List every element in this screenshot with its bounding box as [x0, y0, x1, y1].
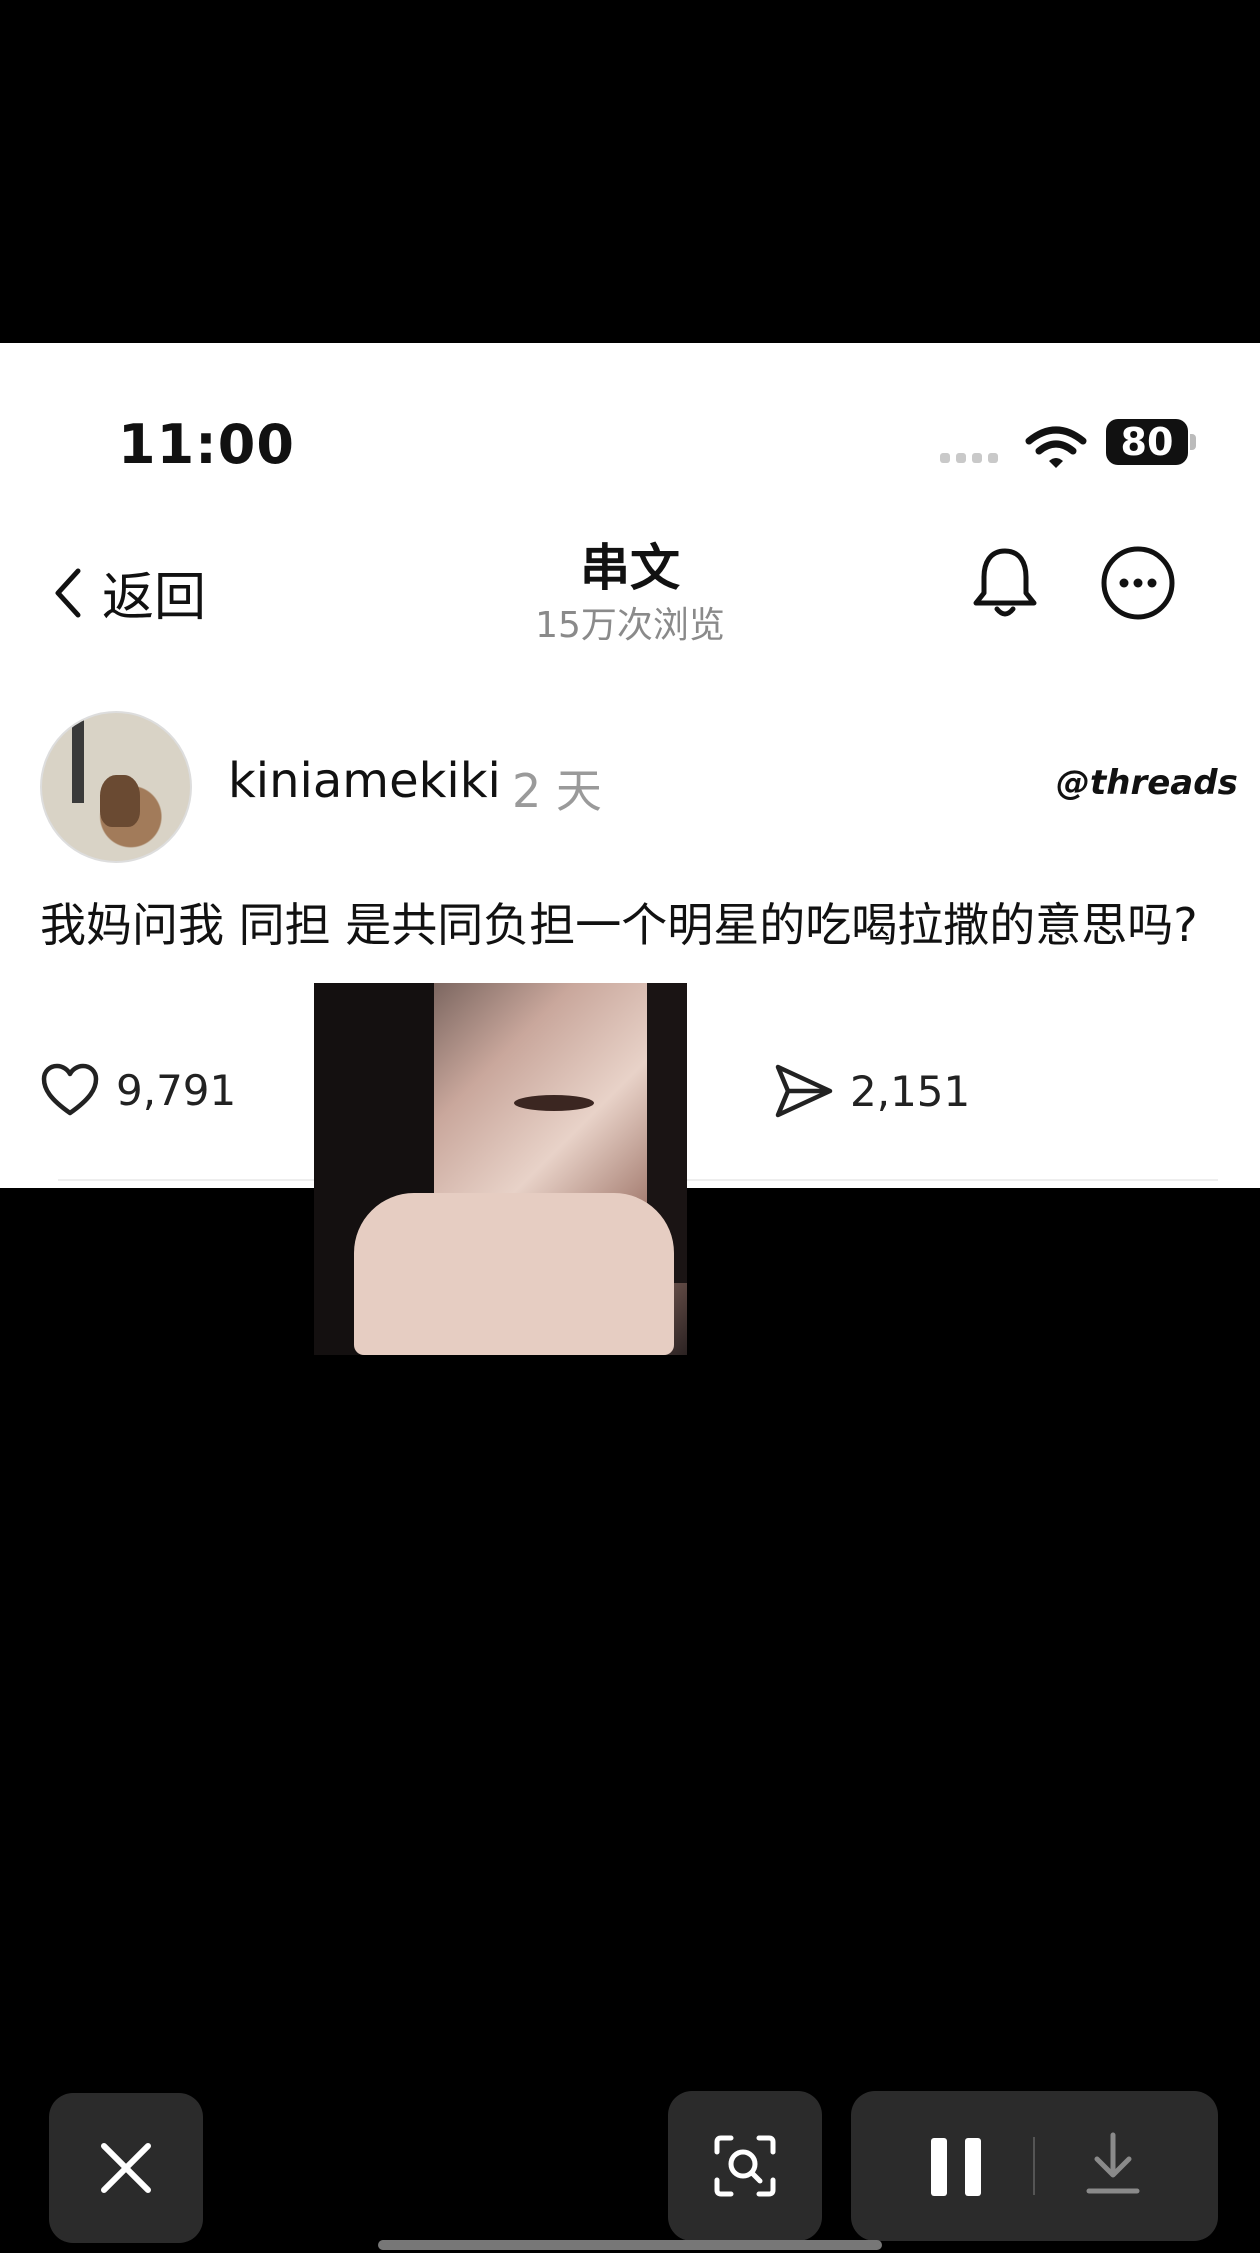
view-count: 15万次浏览 [535, 605, 725, 646]
like-count: 9,791 [116, 1065, 237, 1115]
cellular-signal-icon [940, 453, 998, 463]
share-icon [775, 1064, 833, 1118]
share-count: 2,151 [850, 1066, 971, 1116]
playback-controls [851, 2091, 1218, 2241]
home-indicator[interactable] [378, 2240, 882, 2250]
close-icon [101, 2143, 151, 2193]
bell-icon[interactable] [970, 545, 1040, 621]
username[interactable]: kiniamekiki [228, 753, 501, 809]
threads-logo: @threads [1056, 763, 1238, 803]
avatar[interactable] [40, 711, 192, 863]
download-icon[interactable] [1083, 2129, 1143, 2199]
threads-brand-icon: @ [1056, 763, 1090, 803]
battery-cap [1190, 434, 1196, 450]
more-icon[interactable] [1100, 545, 1176, 621]
post-age: 2 天 [512, 764, 602, 818]
post-text: 我妈问我 同担 是共同负担一个明星的吃喝拉撒的意思吗? [40, 898, 1198, 952]
battery-indicator: 80 [1106, 419, 1188, 465]
page-title: 串文 [580, 539, 680, 597]
visual-search-button[interactable] [668, 2091, 822, 2241]
close-button[interactable] [49, 2093, 203, 2243]
wifi-icon [1025, 426, 1087, 468]
pause-icon[interactable] [929, 2136, 983, 2198]
visual-search-icon [714, 2135, 776, 2197]
brand-label: threads [1090, 763, 1238, 803]
like-button[interactable]: 9,791 [40, 1063, 236, 1117]
status-time: 11:00 [118, 413, 295, 476]
heart-icon [41, 1063, 99, 1116]
share-button[interactable]: 2,151 [774, 1063, 970, 1119]
overlay-photo [314, 983, 687, 1355]
controls-separator [1033, 2137, 1035, 2195]
